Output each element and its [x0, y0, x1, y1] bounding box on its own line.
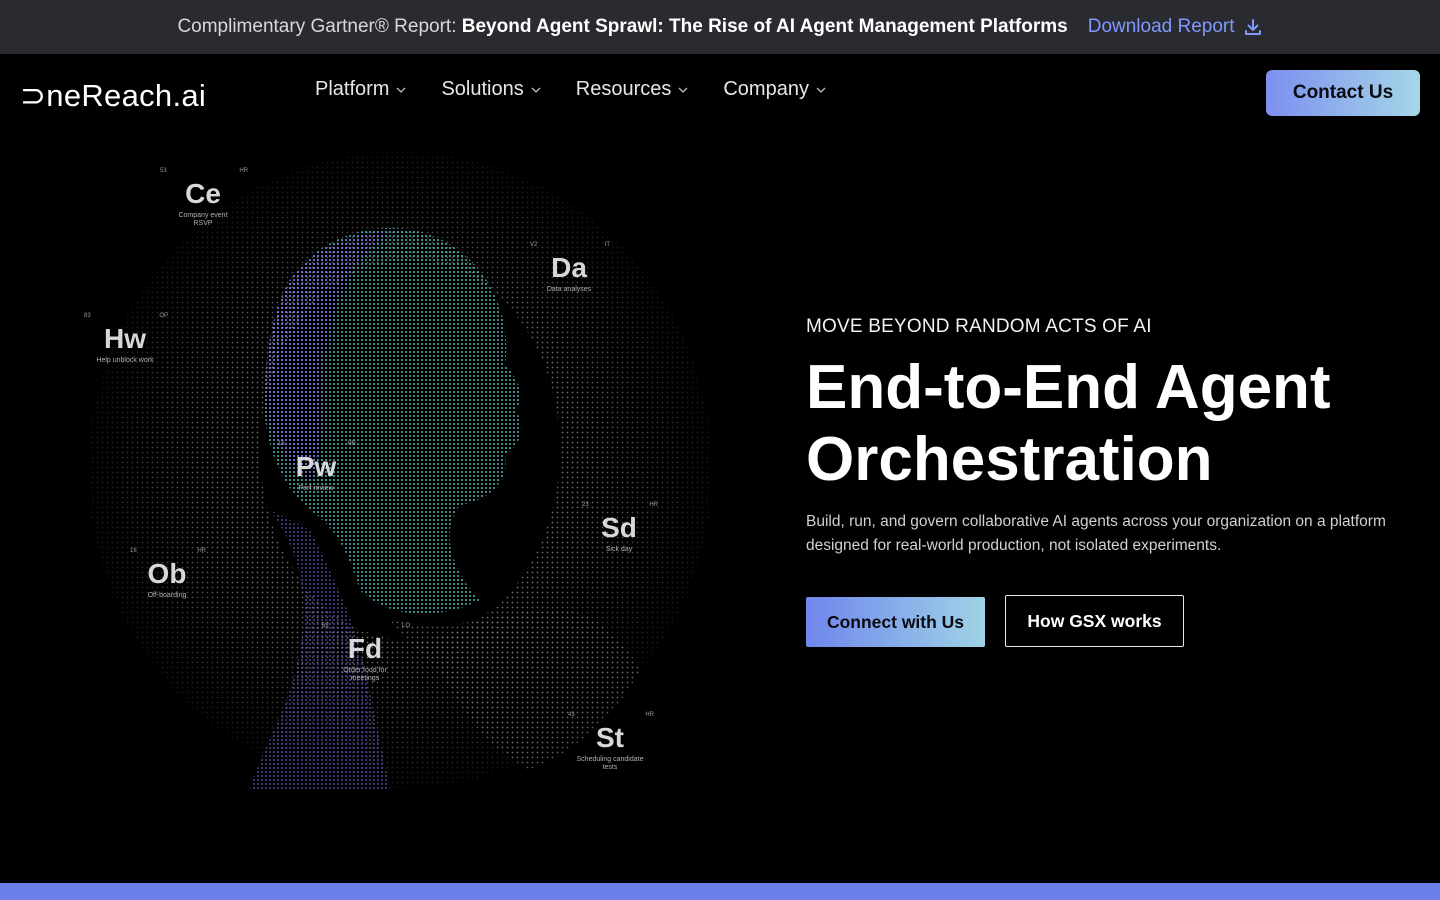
chip-caption: Scheduling candidate tests [576, 756, 644, 771]
chip-da: V2 IT Da Data analyses [530, 242, 610, 293]
announcement-lead: Complimentary Gartner® Report: [177, 16, 457, 37]
how-gsx-works-button[interactable]: How GSX works [1005, 595, 1184, 647]
announcement-text: Complimentary Gartner® Report: Beyond Ag… [177, 16, 1067, 38]
chip-symbol: Hw [104, 323, 146, 354]
nav-resources[interactable]: Resources [576, 78, 690, 101]
hero-description: Build, run, and govern collaborative AI … [806, 513, 1386, 554]
chip-ce: 53 HR Ce Company event RSVP [160, 168, 248, 227]
chip-symbol: St [596, 722, 624, 753]
download-report-link[interactable]: Download Report [1088, 16, 1263, 38]
main-nav: Platform Solutions Resources Company [315, 78, 827, 101]
nav-company[interactable]: Company [723, 78, 827, 101]
nav-solutions[interactable]: Solutions [441, 78, 541, 101]
chip-symbol: Da [551, 252, 587, 283]
chevron-down-icon [678, 87, 688, 93]
chip-st: 43 HR St Scheduling candidate tests [568, 712, 654, 771]
nav-platform[interactable]: Platform [315, 78, 407, 101]
site-header: ⊃neReach.ai Platform Solutions Resources… [0, 54, 1440, 134]
chip-caption: Company event RSVP [178, 212, 228, 227]
chip-caption: Data analyses [546, 286, 592, 293]
nav-company-label: Company [723, 78, 809, 100]
download-report-label: Download Report [1087, 16, 1235, 37]
nav-solutions-label: Solutions [441, 78, 524, 100]
nav-resources-label: Resources [575, 78, 672, 100]
hero-headline-line-1: End-to-End Agent [806, 353, 1331, 422]
chip-symbol: Pw [295, 451, 337, 482]
download-icon [1244, 19, 1261, 35]
bottom-accent-bar [0, 883, 1440, 900]
chip-symbol: Ob [147, 558, 187, 589]
nav-platform-label: Platform [315, 78, 390, 100]
hero-headline: End-to-End Agent Orchestration [806, 352, 1406, 496]
chevron-down-icon [397, 87, 406, 93]
chip-hw: 83 OP Hw Help unblock work [84, 313, 168, 364]
hero-headline-line-2: Orchestration [806, 425, 1213, 494]
logo[interactable]: ⊃neReach.ai [20, 78, 206, 114]
chip-caption: Off-boarding [147, 592, 187, 599]
announcement-title: Beyond Agent Sprawl: The Rise of AI Agen… [461, 16, 1068, 37]
chip-sd: 23 HR Sd Sick day [582, 502, 658, 553]
hero-eyebrow: MOVE BEYOND RANDOM ACTS OF AI [806, 316, 1152, 337]
chip-caption: Order food for meetings [343, 667, 387, 682]
chip-caption: Perf review [298, 485, 334, 492]
chevron-down-icon [531, 87, 541, 93]
chip-caption: Help unblock work [96, 357, 154, 364]
chip-fd: 63 LO Fd Order food for meetings [322, 623, 410, 682]
particle-portrait [88, 152, 712, 790]
announcement-bar: Complimentary Gartner® Report: Beyond Ag… [0, 0, 1440, 54]
connect-with-us-button[interactable]: Connect with Us [806, 597, 985, 647]
chip-caption: Sick day [605, 546, 633, 553]
chip-symbol: Ce [185, 178, 221, 209]
chevron-down-icon [816, 87, 826, 93]
chip-ob: 16 HR Ob Off-boarding [130, 548, 206, 599]
chip-symbol: Sd [601, 512, 637, 543]
chip-symbol: Fd [347, 633, 383, 664]
contact-us-button[interactable]: Contact Us [1266, 70, 1420, 116]
chip-pw: 15 HR Pw Perf review [278, 441, 356, 492]
hero-illustration: 53 HR Ce Company event RSVP V2 IT Da Dat… [60, 150, 740, 810]
